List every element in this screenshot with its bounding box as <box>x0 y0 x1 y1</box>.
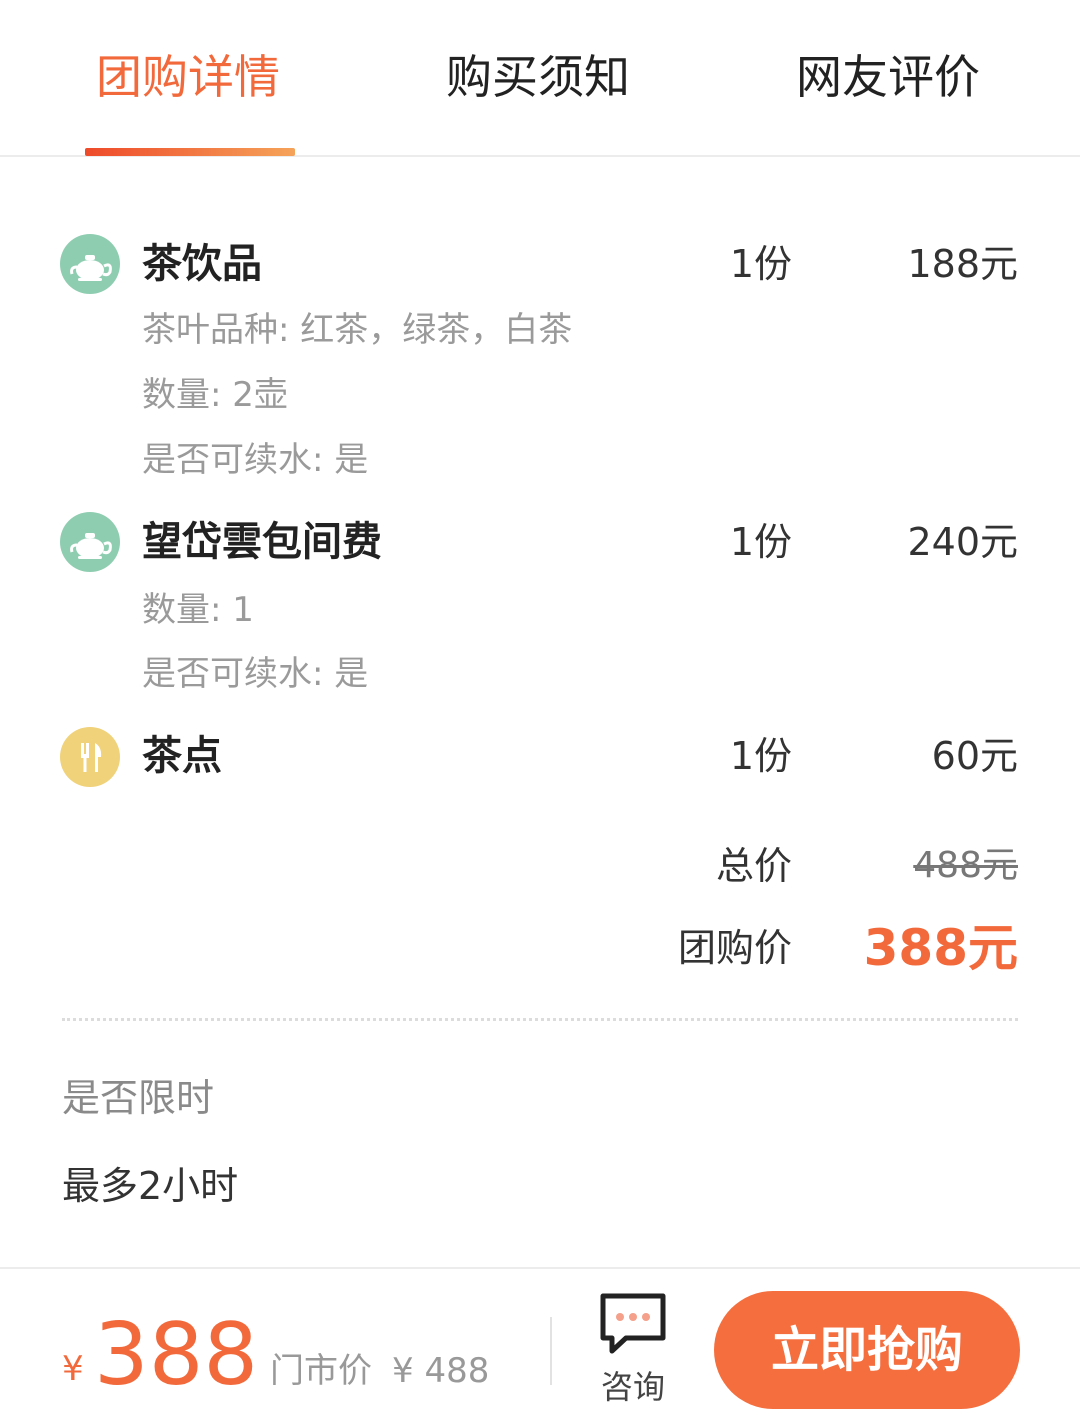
cutlery-icon <box>60 727 120 787</box>
total-price-label: 总价 <box>715 844 792 888</box>
market-price-value: ¥ 488 <box>392 1351 490 1391</box>
tab-bar: 团购详情 购买须知 网友评价 <box>0 0 1080 157</box>
item-price: 240元 <box>907 520 1018 564</box>
item-name: 望岱雲包间费 <box>142 519 382 565</box>
chat-bubble-icon[interactable] <box>598 1291 668 1357</box>
time-limit-label: 是否限时 <box>62 1076 215 1120</box>
teapot-icon <box>60 512 120 572</box>
item-detail: 茶叶品种: 红茶，绿茶，白茶 <box>142 310 573 350</box>
item-name: 茶饮品 <box>142 241 262 287</box>
dotted-divider <box>62 1018 1018 1021</box>
buy-now-button[interactable]: 立即抢购 <box>714 1291 1020 1409</box>
teapot-icon <box>60 234 120 294</box>
item-quantity: 1份 <box>729 242 792 286</box>
total-price-value: 488元 <box>913 845 1018 886</box>
currency-symbol: ¥ <box>62 1349 84 1389</box>
consult-button-label[interactable]: 咨询 <box>598 1367 668 1407</box>
item-detail: 是否可续水: 是 <box>142 440 369 480</box>
item-quantity: 1份 <box>729 520 792 564</box>
group-price: 388 <box>94 1305 259 1405</box>
vertical-divider <box>550 1317 552 1385</box>
group-price-value: 388元 <box>863 919 1018 977</box>
time-limit-value: 最多2小时 <box>62 1164 239 1208</box>
bottom-action-bar: ¥ 388 门市价 ¥ 488 咨询 立即抢购 <box>0 1267 1080 1427</box>
item-detail: 数量: 1 <box>142 590 254 630</box>
tab-group-details[interactable]: 团购详情 <box>96 45 280 109</box>
item-price: 60元 <box>931 734 1018 778</box>
group-price-label: 团购价 <box>677 926 792 970</box>
item-quantity: 1份 <box>729 734 792 778</box>
item-detail: 是否可续水: 是 <box>142 654 369 694</box>
item-detail: 数量: 2壶 <box>142 375 288 415</box>
tab-user-reviews[interactable]: 网友评价 <box>796 45 980 109</box>
item-name: 茶点 <box>142 733 222 779</box>
market-price-label: 门市价 <box>270 1351 372 1391</box>
item-price: 188元 <box>907 242 1018 286</box>
tab-purchase-notes[interactable]: 购买须知 <box>446 45 630 109</box>
active-tab-indicator <box>85 148 295 156</box>
